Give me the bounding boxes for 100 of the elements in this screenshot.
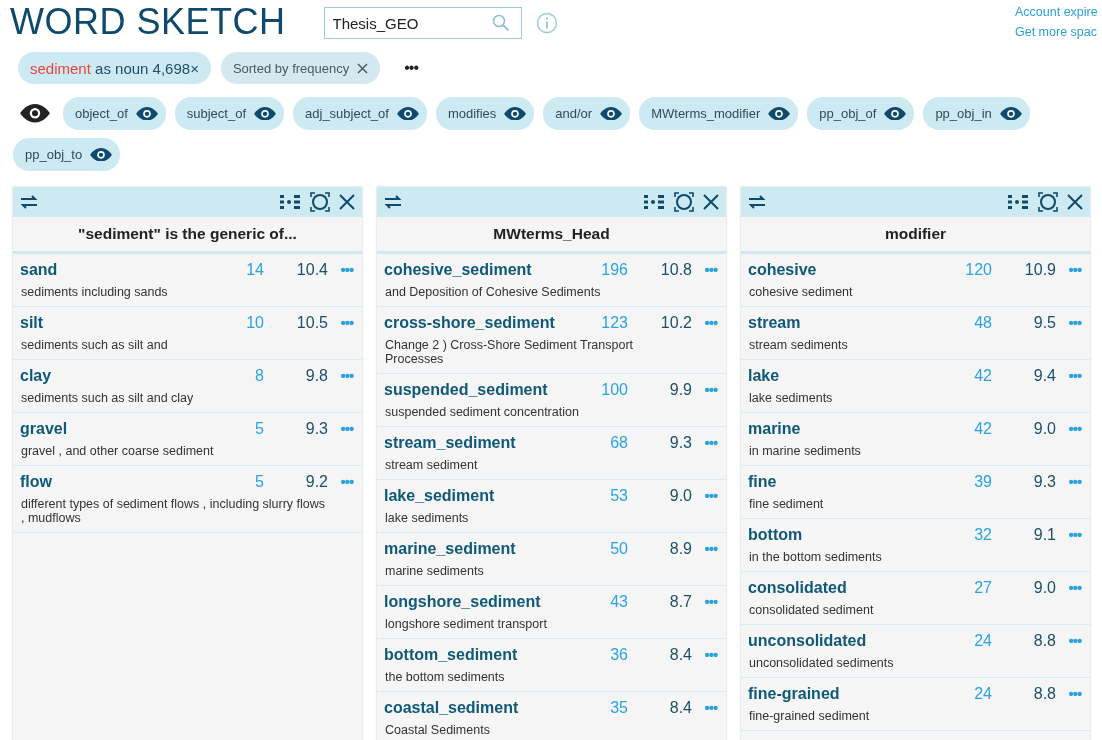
more-button[interactable]: •••: [1060, 261, 1090, 279]
more-button[interactable]: •••: [1060, 526, 1090, 544]
more-button[interactable]: •••: [398, 58, 425, 78]
collocate-word[interactable]: sand: [20, 261, 205, 279]
collocate-word[interactable]: gravel: [20, 420, 205, 438]
frequency-count[interactable]: 14: [209, 261, 264, 279]
more-button[interactable]: •••: [696, 434, 726, 452]
collocate-word[interactable]: suspended_sediment: [384, 381, 569, 399]
close-icon[interactable]: [357, 62, 369, 74]
more-button[interactable]: •••: [332, 420, 362, 438]
relation-chip[interactable]: and/or: [543, 97, 631, 130]
frequency-count[interactable]: 196: [573, 261, 628, 279]
search-field[interactable]: Thesis_GEO: [323, 7, 522, 39]
focus-icon[interactable]: [1038, 192, 1058, 212]
score-value: 8.4: [668, 699, 692, 717]
swap-icon[interactable]: [19, 195, 39, 209]
collocate-word[interactable]: flow: [20, 473, 205, 491]
more-button[interactable]: •••: [696, 487, 726, 505]
frequency-count[interactable]: 8: [209, 367, 264, 385]
relation-chip[interactable]: adj_subject_of: [293, 97, 427, 130]
frequency-count[interactable]: 27: [937, 579, 992, 597]
frequency-count[interactable]: 24: [937, 685, 992, 703]
frequency-count[interactable]: 42: [937, 367, 992, 385]
collocate-word[interactable]: lake: [748, 367, 933, 385]
grid-icon[interactable]: [644, 194, 666, 210]
collocate-word[interactable]: coastal_sediment: [384, 699, 569, 717]
more-button[interactable]: •••: [1060, 314, 1090, 332]
frequency-count[interactable]: 120: [937, 261, 992, 279]
relation-chip[interactable]: object_of: [63, 97, 166, 130]
grid-icon[interactable]: [280, 194, 302, 210]
more-button[interactable]: •••: [696, 261, 726, 279]
more-button[interactable]: •••: [1060, 367, 1090, 385]
collocate-word[interactable]: cohesive_sediment: [384, 261, 569, 279]
collocate-word[interactable]: lake_sediment: [384, 487, 569, 505]
collocate-word[interactable]: clay: [20, 367, 205, 385]
frequency-count[interactable]: 68: [573, 434, 628, 452]
relation-chip[interactable]: modifies: [435, 97, 535, 130]
more-button[interactable]: •••: [696, 381, 726, 399]
frequency-count[interactable]: 39: [937, 473, 992, 491]
more-button[interactable]: •••: [696, 699, 726, 717]
eye-icon: [768, 106, 791, 121]
relation-chip[interactable]: pp_obj_in: [923, 97, 1030, 130]
more-button[interactable]: •••: [332, 367, 362, 385]
collocate-word[interactable]: fine-grained: [748, 685, 933, 703]
close-icon[interactable]: [702, 193, 720, 211]
more-button[interactable]: •••: [1060, 632, 1090, 650]
frequency-count[interactable]: 5: [209, 420, 264, 438]
close-icon[interactable]: [1066, 193, 1084, 211]
frequency-count[interactable]: 10: [209, 314, 264, 332]
swap-icon[interactable]: [747, 195, 767, 209]
frequency-count[interactable]: 48: [937, 314, 992, 332]
frequency-count[interactable]: 50: [573, 540, 628, 558]
collocate-word[interactable]: stream: [748, 314, 933, 332]
more-button[interactable]: •••: [696, 540, 726, 558]
collocate-word[interactable]: consolidated: [748, 579, 933, 597]
score-value: 9.0: [1032, 579, 1056, 597]
frequency-count[interactable]: 123: [573, 314, 628, 332]
collocate-word[interactable]: stream_sediment: [384, 434, 569, 452]
account-link[interactable]: Account expire: [1015, 5, 1102, 19]
sort-chip[interactable]: Sorted by frequency: [220, 52, 381, 84]
collocate-word[interactable]: bottom_sediment: [384, 646, 569, 664]
grid-icon[interactable]: [1008, 194, 1030, 210]
close-icon[interactable]: [338, 193, 356, 211]
frequency-count[interactable]: 35: [573, 699, 628, 717]
collocate-word[interactable]: silt: [20, 314, 205, 332]
more-button[interactable]: •••: [696, 646, 726, 664]
focus-icon[interactable]: [674, 192, 694, 212]
collocate-word[interactable]: cross-shore_sediment: [384, 314, 569, 332]
collocate-word[interactable]: marine: [748, 420, 933, 438]
more-button[interactable]: •••: [332, 314, 362, 332]
collocate-word[interactable]: cohesive: [748, 261, 933, 279]
more-button[interactable]: •••: [1060, 579, 1090, 597]
more-button[interactable]: •••: [1060, 420, 1090, 438]
account-link[interactable]: Get more spac: [1015, 25, 1102, 39]
focus-icon[interactable]: [310, 192, 330, 212]
collocate-word[interactable]: bottom: [748, 526, 933, 544]
relation-chip[interactable]: MWterms_modifier: [639, 97, 799, 130]
more-button[interactable]: •••: [1060, 685, 1090, 703]
more-button[interactable]: •••: [696, 314, 726, 332]
frequency-count[interactable]: 5: [209, 473, 264, 491]
relation-chip[interactable]: pp_obj_of: [807, 97, 915, 130]
swap-icon[interactable]: [383, 195, 403, 209]
collocate-word[interactable]: longshore_sediment: [384, 593, 569, 611]
frequency-count[interactable]: 24: [937, 632, 992, 650]
frequency-count[interactable]: 43: [573, 593, 628, 611]
more-button[interactable]: •••: [1060, 473, 1090, 491]
more-button[interactable]: •••: [696, 593, 726, 611]
more-button[interactable]: •••: [332, 261, 362, 279]
collocate-word[interactable]: fine: [748, 473, 933, 491]
relation-chip[interactable]: subject_of: [174, 97, 285, 130]
frequency-count[interactable]: 32: [937, 526, 992, 544]
collocate-word[interactable]: unconsolidated: [748, 632, 933, 650]
frequency-count[interactable]: 53: [573, 487, 628, 505]
frequency-count[interactable]: 42: [937, 420, 992, 438]
relation-chip[interactable]: pp_obj_to: [13, 138, 121, 171]
frequency-count[interactable]: 100: [573, 381, 628, 399]
collocate-word[interactable]: marine_sediment: [384, 540, 569, 558]
page-title: WORD SKETCH: [10, 2, 286, 42]
more-button[interactable]: •••: [332, 473, 362, 491]
frequency-count[interactable]: 36: [573, 646, 628, 664]
